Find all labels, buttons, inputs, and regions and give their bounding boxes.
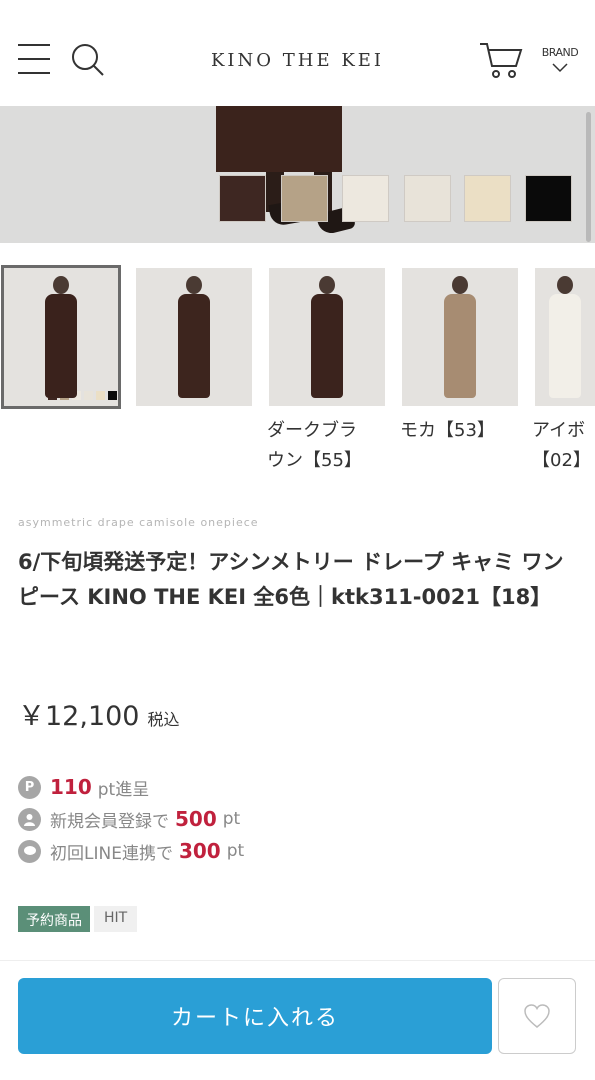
user-icon	[18, 807, 41, 831]
thumbnail-3[interactable]	[269, 268, 385, 406]
color-swatch[interactable]	[219, 175, 266, 222]
thumbnail-1[interactable]	[1, 265, 121, 409]
color-swatch[interactable]	[281, 175, 328, 222]
product-tags: 予約商品 HIT	[18, 906, 138, 932]
thumbnail-caption[interactable]: ダークブラ ウン【55】	[267, 416, 387, 476]
model-dress	[45, 294, 77, 398]
scrollbar[interactable]	[586, 112, 591, 242]
add-to-cart-button[interactable]: カートに入れる	[18, 978, 492, 1054]
points-line: 初回LINE連携で 300 pt	[18, 838, 244, 864]
heart-icon	[524, 1004, 550, 1028]
product-title: 6/下旬頃発送予定！アシンメトリー ドレープ キャミ ワンピース KINO TH…	[18, 550, 564, 609]
color-swatch[interactable]	[342, 175, 389, 222]
model-dress	[549, 294, 581, 398]
thumbnail-4[interactable]	[402, 268, 518, 406]
signup-points: 500	[175, 807, 217, 831]
caption-line: 【02】	[532, 450, 591, 471]
tag-hit: HIT	[94, 906, 138, 932]
model-head	[319, 276, 335, 294]
color-swatch[interactable]	[404, 175, 451, 222]
signup-unit: pt	[222, 809, 241, 829]
favorite-button[interactable]	[498, 978, 576, 1054]
brand-menu-button[interactable]: BRAND	[538, 46, 582, 78]
points-signup: 新規会員登録で 500 pt	[18, 806, 240, 832]
thumbnail-caption[interactable]: モカ【53】	[400, 416, 520, 446]
thumbnail-caption[interactable]: アイボ 【02】	[532, 416, 595, 476]
cart-icon[interactable]	[478, 40, 524, 80]
model-dress	[444, 294, 476, 398]
model-head	[452, 276, 468, 294]
point-icon: P	[18, 775, 41, 799]
line-unit: pt	[226, 841, 245, 861]
caption-line: モカ【53】	[400, 420, 495, 441]
thumbnail-5[interactable]	[535, 268, 595, 406]
thumbnail-2[interactable]	[136, 268, 252, 406]
product-subtitle: asymmetric drape camisole onepiece	[18, 516, 259, 529]
points-value: 110	[50, 775, 92, 799]
site-header: KINO THE KEI BRAND	[0, 0, 595, 106]
product-price: ￥12,100 税込	[18, 694, 180, 733]
model-dress	[311, 294, 343, 398]
points-unit: pt進呈	[97, 779, 150, 800]
caption-line: ウン【55】	[267, 450, 362, 471]
model-head	[557, 276, 573, 294]
price-value: ￥12,100	[18, 701, 140, 732]
signup-text: 新規会員登録で	[50, 811, 169, 832]
tax-label: 税込	[147, 710, 180, 729]
line-icon	[18, 839, 41, 863]
brand-label: BRAND	[541, 46, 579, 59]
caption-line: アイボ	[532, 420, 586, 441]
points-earn: P 110 pt進呈	[18, 774, 149, 800]
line-points: 300	[178, 839, 221, 863]
color-swatch[interactable]	[464, 175, 511, 222]
color-swatch[interactable]	[525, 175, 572, 222]
model-head	[53, 276, 69, 294]
line-text: 初回LINE連携で	[50, 843, 173, 864]
caption-line: ダークブラ	[267, 420, 357, 441]
model-head	[186, 276, 202, 294]
model-dress	[178, 294, 210, 398]
chevron-down-icon	[552, 63, 568, 73]
tag-reserve: 予約商品	[18, 906, 90, 932]
